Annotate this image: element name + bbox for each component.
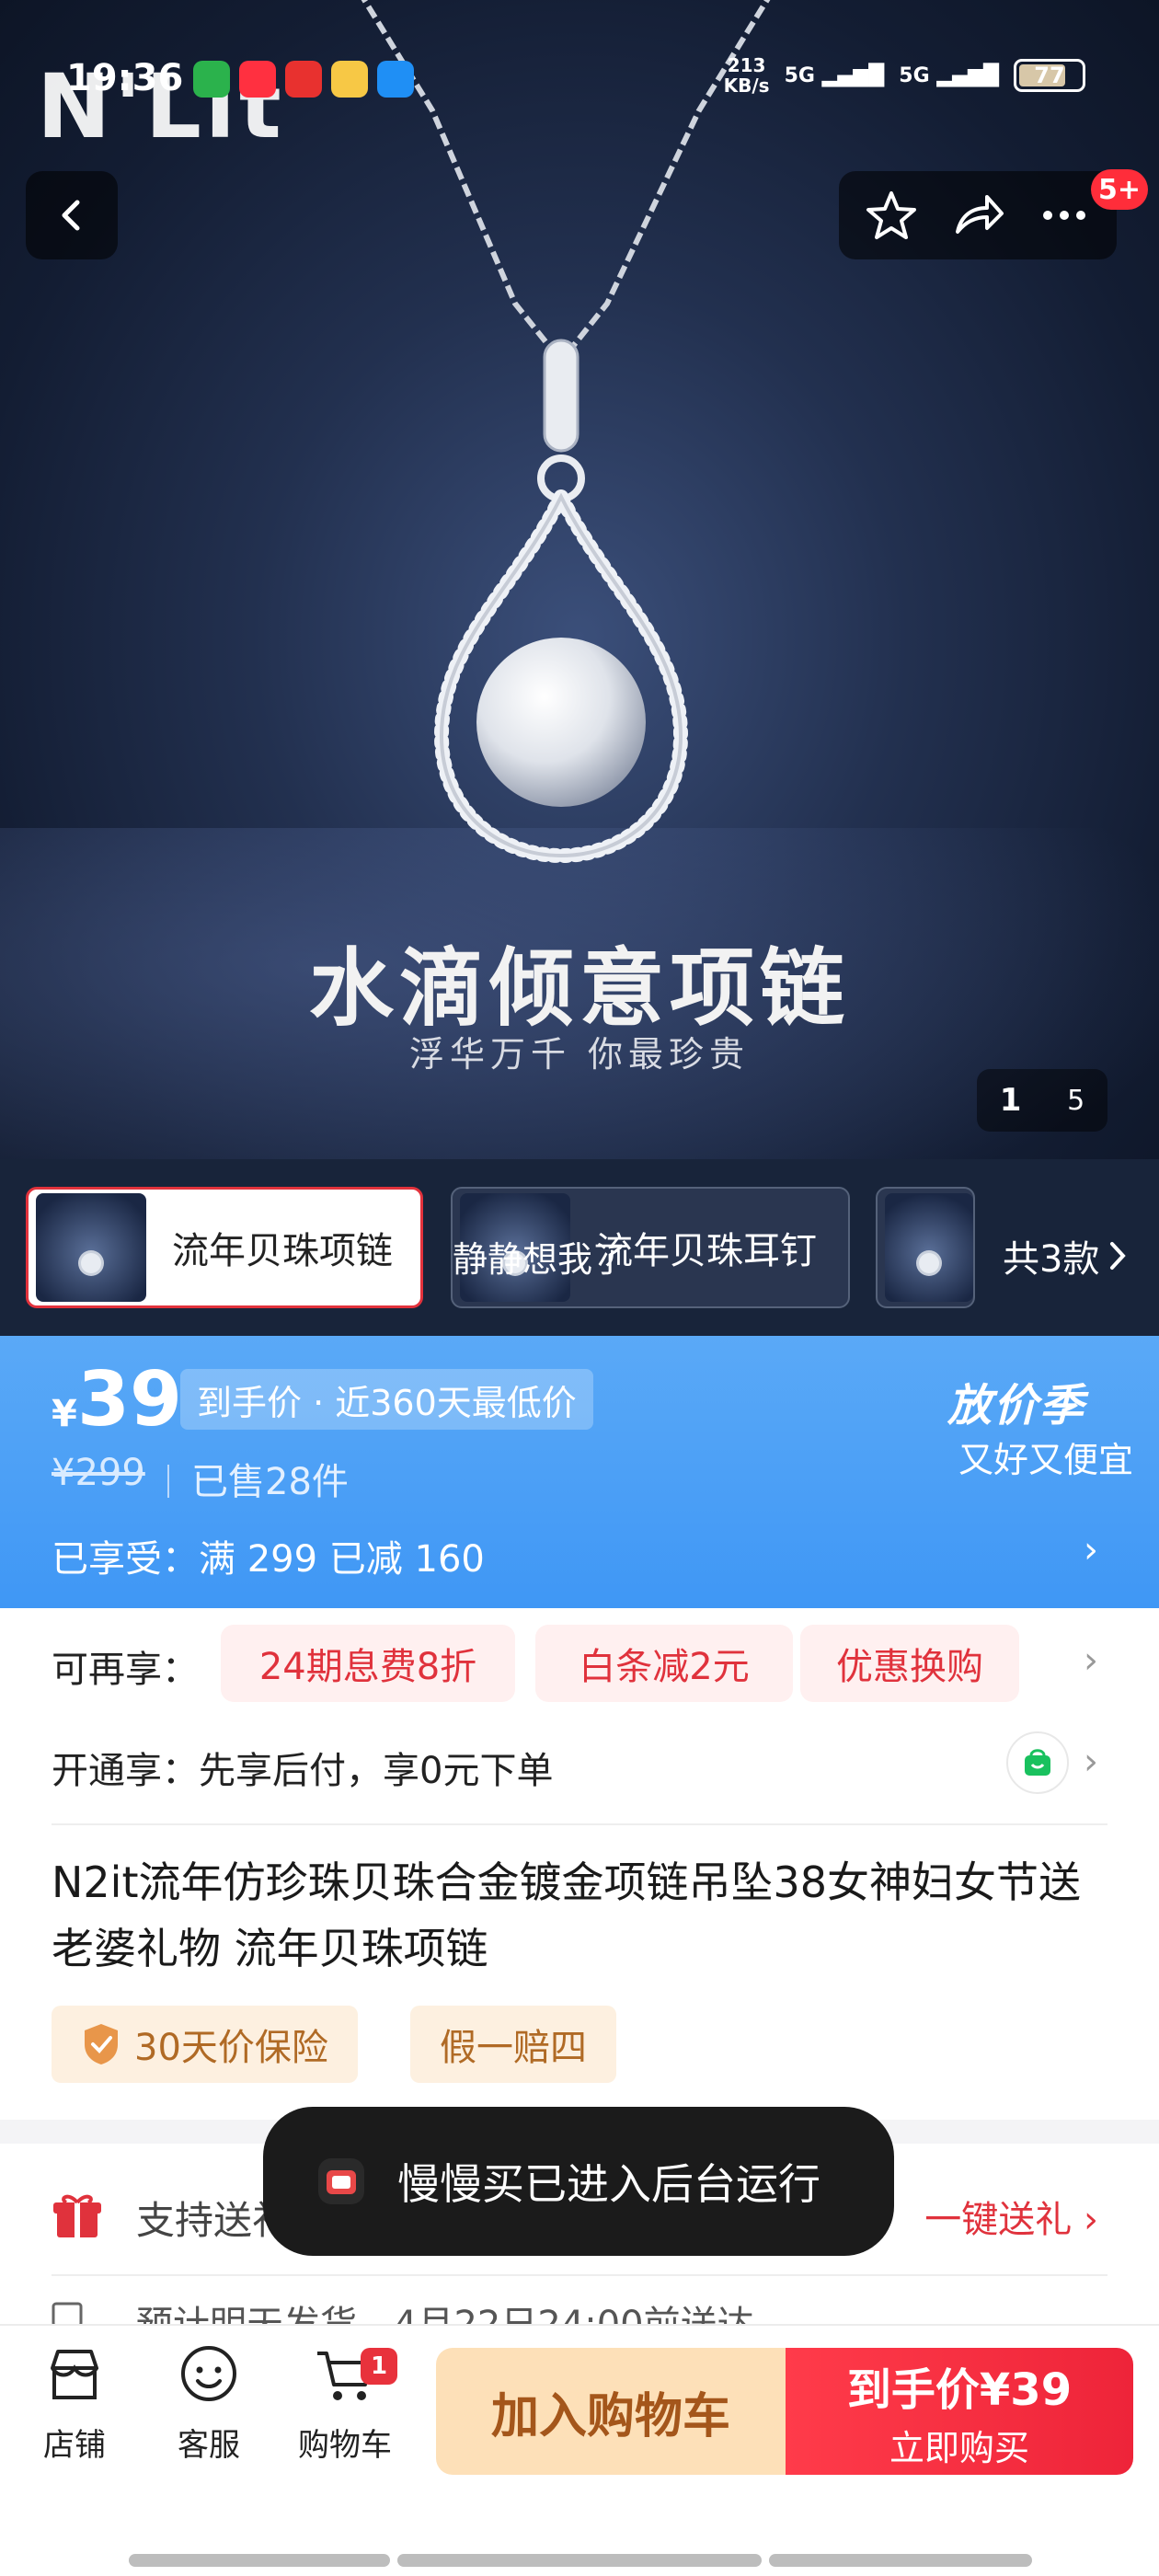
variant-option-1[interactable]: 流年贝珠项链	[26, 1187, 423, 1308]
hero-title: 水滴倾意项链	[308, 938, 850, 1038]
variant-option-2[interactable]: 静静想我了 流年贝珠耳钉	[451, 1187, 850, 1308]
variant-label: 流年贝珠耳钉	[596, 1230, 817, 1272]
sold-count: 已售28件	[191, 1461, 349, 1503]
open-benefit-row[interactable]: 开通享：先享后付，享0元下单 ›	[0, 1726, 1159, 1803]
background-run-toast: 慢慢买已进入后台运行	[263, 2107, 894, 2256]
gesture-bar-segment	[129, 2554, 390, 2567]
guarantee-fake-compensation[interactable]: 假一赔四	[410, 2006, 616, 2083]
status-bar: 19:36 213 KB/s 5G ▂▄▆█ 5G ▂▄▆█ 77	[0, 37, 1159, 120]
signal-5g-1: 5G ▂▄▆█	[784, 63, 885, 87]
shipping-text: 预计明天发货，4月22日24:00前送达	[136, 2294, 754, 2324]
buy-now-button[interactable]: 到手价¥39 立即购买	[786, 2348, 1133, 2475]
video-app-icon	[239, 61, 276, 98]
star-favorite-icon[interactable]	[864, 188, 919, 243]
offer-chip-exchange[interactable]: 优惠换购	[800, 1625, 1019, 1702]
buy-now-label: 立即购买	[889, 2427, 1029, 2468]
more-options-icon[interactable]	[1037, 188, 1092, 243]
store-icon	[51, 2350, 98, 2399]
price-amount: 39	[77, 1356, 183, 1443]
service-label: 客服	[178, 2427, 240, 2464]
cart-label: 购物车	[298, 2427, 392, 2464]
guarantee-price-protect-label: 30天价保险	[134, 2027, 328, 2069]
owl-app-icon	[377, 61, 414, 98]
image-counter-total: 5	[1067, 1084, 1085, 1117]
divider	[52, 2274, 1107, 2276]
price-divider	[167, 1465, 169, 1498]
extra-offers-row[interactable]: 可再享： 24期息费8折 白条减2元 优惠换购 ›	[0, 1621, 1159, 1709]
image-counter: 1 5	[977, 1069, 1107, 1132]
status-app-icons	[193, 61, 414, 98]
variant-total-label: 共3款	[1003, 1238, 1100, 1281]
variant-selector: 流年贝珠项链 静静想我了 流年贝珠耳钉 共3款	[0, 1159, 1159, 1336]
offer-chip-baitiao[interactable]: 白条减2元	[535, 1625, 793, 1702]
price-tag: 到手价 · 近360天最低价	[180, 1369, 593, 1430]
flower-app-icon	[331, 61, 368, 98]
cart-count-badge: 1	[361, 2348, 397, 2385]
network-speed: 213 KB/s	[723, 54, 770, 97]
bottom-action-bar: 店铺 客服 购物车 1 加入购物车 到手价¥39 立即购买	[0, 2324, 1159, 2521]
truck-icon	[52, 2302, 83, 2324]
variant-option-3[interactable]	[876, 1187, 975, 1308]
original-price: ¥299	[52, 1452, 145, 1494]
gift-cta-link[interactable]: 一键送礼 ›	[924, 2190, 1098, 2243]
discount-enjoyed: 已享受：满 299 已减 160	[52, 1538, 485, 1581]
variant-total-link[interactable]: 共3款	[1003, 1229, 1129, 1282]
product-title: N2it流年仿珍珠贝珠合金镀金项链吊坠38女神妇女节送老婆礼物 流年贝珠项链	[52, 1857, 1082, 1973]
variant-label: 流年贝珠项链	[172, 1230, 393, 1272]
gift-icon	[53, 2194, 101, 2237]
back-button[interactable]	[26, 171, 118, 259]
chevron-right-icon: ›	[1084, 1639, 1098, 1682]
variant-thumbnail	[885, 1193, 973, 1302]
shield-check-icon	[85, 2024, 118, 2064]
share-icon[interactable]	[950, 188, 1005, 243]
chat-smile-icon	[181, 2346, 236, 2401]
wechat-icon	[193, 61, 230, 98]
variant-overlay-text: 静静想我了	[453, 1239, 628, 1280]
wallet-icon	[1006, 1731, 1069, 1794]
message-badge: 5+	[1091, 169, 1149, 210]
offers-label: 可再享：	[52, 1649, 199, 1691]
shopping-app-icon	[285, 61, 322, 98]
chevron-right-icon: ›	[1084, 1529, 1098, 1571]
price-currency: ¥	[52, 1393, 77, 1435]
store-label: 店铺	[43, 2427, 106, 2464]
price-banner[interactable]: ¥ 39 到手价 · 近360天最低价 ¥299 已售28件 放价季 又好又便宜…	[0, 1336, 1159, 1608]
guarantee-fake-label: 假一赔四	[440, 2027, 587, 2069]
promo-season-title: 放价季	[947, 1380, 1085, 1432]
signal-5g-2: 5G ▂▄▆█	[899, 63, 999, 87]
offer-chip-installment[interactable]: 24期息费8折	[221, 1625, 515, 1702]
chevron-right-icon	[1110, 1242, 1127, 1270]
add-to-cart-button[interactable]: 加入购物车	[436, 2348, 786, 2475]
battery-icon: 77	[1014, 59, 1085, 92]
chevron-right-icon: ›	[1084, 1741, 1098, 1783]
customer-service-button[interactable]: 客服	[149, 2342, 269, 2465]
toast-text: 慢慢买已进入后台运行	[397, 2159, 820, 2209]
shipping-row[interactable]: 预计明天发货，4月22日24:00前送达	[0, 2278, 1159, 2324]
buy-price-label: 到手价¥39	[846, 2363, 1073, 2416]
divider	[52, 1823, 1107, 1825]
status-time: 19:36	[66, 57, 184, 99]
app-icon	[318, 2158, 364, 2204]
gesture-bar-segment	[769, 2554, 1032, 2567]
store-button[interactable]: 店铺	[15, 2342, 134, 2465]
chevron-left-icon	[62, 200, 80, 231]
promo-season-subtitle: 又好又便宜	[958, 1440, 1133, 1480]
open-benefit-label: 开通享：先享后付，享0元下单	[52, 1750, 554, 1792]
image-counter-current: 1	[999, 1082, 1022, 1119]
guarantee-price-protect[interactable]: 30天价保险	[52, 2006, 358, 2083]
gesture-bar-segment	[397, 2554, 762, 2567]
top-action-group	[839, 171, 1117, 259]
variant-thumbnail	[36, 1193, 146, 1302]
